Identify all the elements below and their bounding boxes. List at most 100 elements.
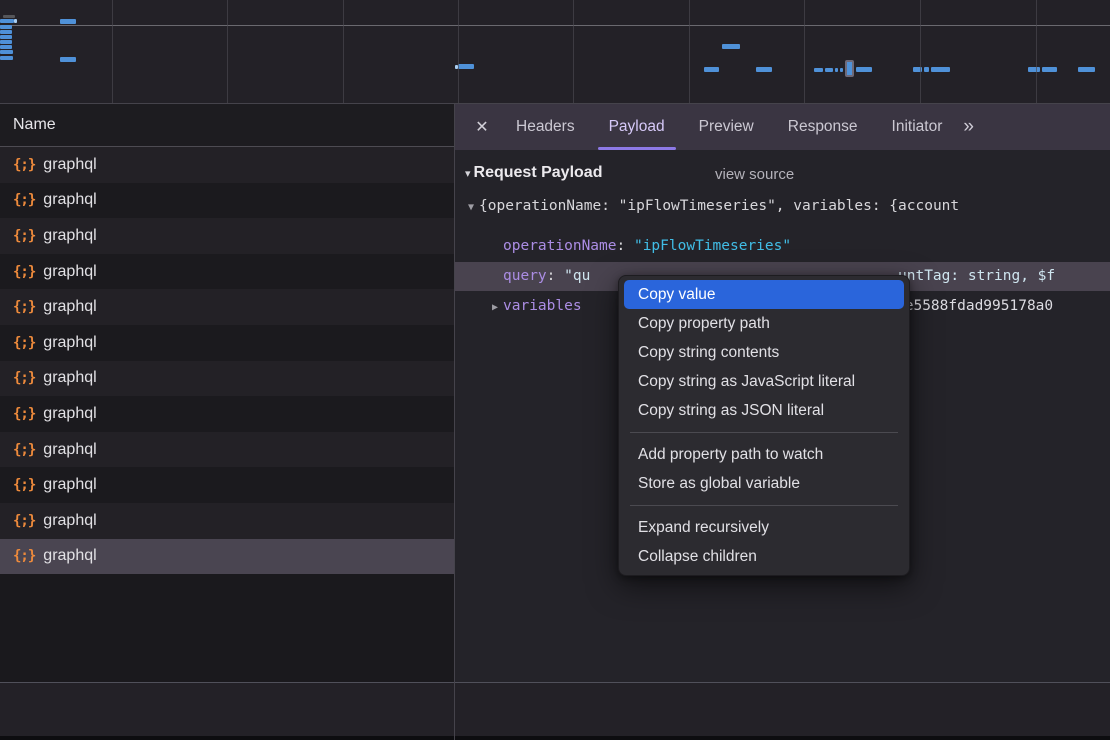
json-fetch-icon: {;} (13, 442, 35, 458)
waterfall-bar[interactable] (60, 19, 76, 24)
waterfall-bar[interactable] (0, 56, 13, 60)
request-name-label: graphql (43, 441, 96, 459)
request-name-label: graphql (43, 298, 96, 316)
request-row-graphql[interactable]: {;} graphql (0, 432, 454, 468)
request-row-graphql[interactable]: {;} graphql (0, 539, 454, 575)
menu-item-copy-string-as-javascript-literal[interactable]: Copy string as JavaScript literal (619, 367, 909, 396)
waterfall-bar[interactable] (1078, 67, 1095, 72)
json-fetch-icon: {;} (13, 513, 35, 529)
request-row-graphql[interactable]: {;}graphql (0, 361, 454, 397)
json-fetch-icon: {;} (13, 370, 35, 386)
tab-preview[interactable]: Preview (682, 104, 771, 150)
waterfall-bar[interactable] (14, 19, 17, 23)
tab-strip: HeadersPayloadPreviewResponseInitiator (499, 104, 959, 150)
request-row-graphql[interactable]: {;}graphql (0, 467, 454, 503)
payload-root-preview: {operationName: "ipFlowTimeseries", vari… (479, 198, 959, 214)
request-name-label: graphql (43, 227, 96, 245)
request-row-graphql[interactable]: {;}graphql (0, 218, 454, 254)
request-row-graphql[interactable]: {;} graphql (0, 503, 454, 539)
tab-headers[interactable]: Headers (499, 104, 592, 150)
waterfall-bar[interactable] (1028, 67, 1040, 72)
request-row-graphql[interactable]: {;}graphql (0, 254, 454, 290)
waterfall-bar[interactable] (756, 67, 772, 72)
chevron-right-icon[interactable]: ▶ (487, 293, 503, 321)
property-value-continued: untTag: string, $f (898, 262, 1055, 291)
request-list: {;} graphql {;} graphql {;} graphql {;} graphql… (0, 147, 454, 574)
waterfall-bar[interactable] (825, 68, 833, 72)
property-value-start: "qu (564, 268, 590, 284)
waterfall-bar[interactable] (0, 25, 12, 29)
tab-initiator[interactable]: Initiator (875, 104, 960, 150)
json-fetch-icon: {;} (13, 264, 35, 280)
waterfall-bar[interactable] (0, 35, 12, 39)
request-payload-section-header[interactable]: ▾ Request Payload (465, 164, 602, 182)
waterfall-bar[interactable] (814, 68, 823, 72)
request-row-graphql[interactable]: {;}graphql (0, 183, 454, 219)
request-table: Name {;}graphql{;}graphql{;}graphql{;}gr… (0, 104, 454, 682)
menu-item-add-property-path-to-watch[interactable]: Add property path to watch (619, 440, 909, 469)
request-name-label: graphql (43, 476, 96, 494)
request-row-graphql[interactable]: {;}graphql (0, 147, 454, 183)
waterfall-bar[interactable] (931, 67, 950, 72)
grid-line (920, 0, 921, 103)
request-row-graphql[interactable]: {;} graphql (0, 325, 454, 361)
property-key: operationName (503, 238, 617, 254)
grid-line (227, 0, 228, 103)
request-name-label: graphql (43, 512, 96, 530)
window-bottom-edge (0, 736, 1110, 740)
json-fetch-icon: {;} (13, 157, 35, 173)
section-title: Request Payload (474, 164, 603, 182)
json-fetch-icon: {;} (13, 335, 35, 351)
request-name-label: graphql (43, 547, 96, 565)
waterfall-bar[interactable] (1042, 67, 1057, 72)
waterfall-bar[interactable] (0, 30, 12, 34)
waterfall-bar[interactable] (856, 67, 872, 72)
waterfall-bar[interactable] (0, 45, 12, 49)
menu-item-copy-value[interactable]: Copy value (624, 280, 904, 309)
panel-divider[interactable] (454, 104, 455, 740)
view-source-link[interactable]: view source (715, 166, 794, 183)
close-icon[interactable]: ✕ (465, 117, 499, 137)
property-key: query (503, 268, 547, 284)
waterfall-selected-bar[interactable] (845, 60, 854, 77)
request-name-label: graphql (43, 334, 96, 352)
waterfall-bar[interactable] (0, 19, 14, 23)
property-value: "ipFlowTimeseries" (634, 238, 791, 254)
menu-separator (630, 432, 898, 433)
payload-root-row[interactable]: ▼{operationName: "ipFlowTimeseries", var… (455, 192, 1110, 221)
waterfall-bar[interactable] (835, 68, 838, 72)
section-collapse-icon[interactable]: ▾ (465, 167, 471, 180)
tab-payload[interactable]: Payload (592, 104, 682, 150)
status-footer (0, 682, 1110, 736)
waterfall-bar[interactable] (0, 50, 13, 54)
overview-divider-line (0, 25, 1110, 26)
menu-item-collapse-children[interactable]: Collapse children (619, 542, 909, 571)
chevron-down-icon[interactable]: ▼ (463, 193, 479, 221)
waterfall-bar[interactable] (458, 64, 474, 69)
request-row-graphql[interactable]: {;}graphql (0, 289, 454, 325)
waterfall-bar[interactable] (60, 57, 76, 62)
waterfall-bar[interactable] (0, 40, 12, 44)
menu-item-copy-property-path[interactable]: Copy property path (619, 309, 909, 338)
more-tabs-icon[interactable]: » (963, 116, 975, 138)
request-row-graphql[interactable]: {;}graphql (0, 396, 454, 432)
waterfall-bar[interactable] (3, 15, 15, 18)
menu-item-copy-string-contents[interactable]: Copy string contents (619, 338, 909, 367)
menu-item-expand-recursively[interactable]: Expand recursively (619, 513, 909, 542)
menu-separator (630, 505, 898, 506)
grid-line (689, 0, 690, 103)
menu-item-store-as-global-variable[interactable]: Store as global variable (619, 469, 909, 498)
waterfall-bar[interactable] (722, 44, 740, 49)
name-column-header[interactable]: Name (0, 104, 454, 147)
devtools-window: Name {;}graphql{;}graphql{;}graphql{;}gr… (0, 0, 1110, 740)
menu-item-copy-string-as-json-literal[interactable]: Copy string as JSON literal (619, 396, 909, 425)
grid-line (343, 0, 344, 103)
waterfall-bar[interactable] (840, 68, 843, 72)
json-fetch-icon: {;} (13, 548, 35, 564)
waterfall-bar[interactable] (924, 67, 929, 72)
waterfall-bar[interactable] (704, 67, 719, 72)
payload-row-operationName[interactable]: operationName: "ipFlowTimeseries" (455, 232, 1110, 261)
tab-response[interactable]: Response (771, 104, 875, 150)
grid-line (458, 0, 459, 103)
network-overview[interactable] (0, 0, 1110, 104)
